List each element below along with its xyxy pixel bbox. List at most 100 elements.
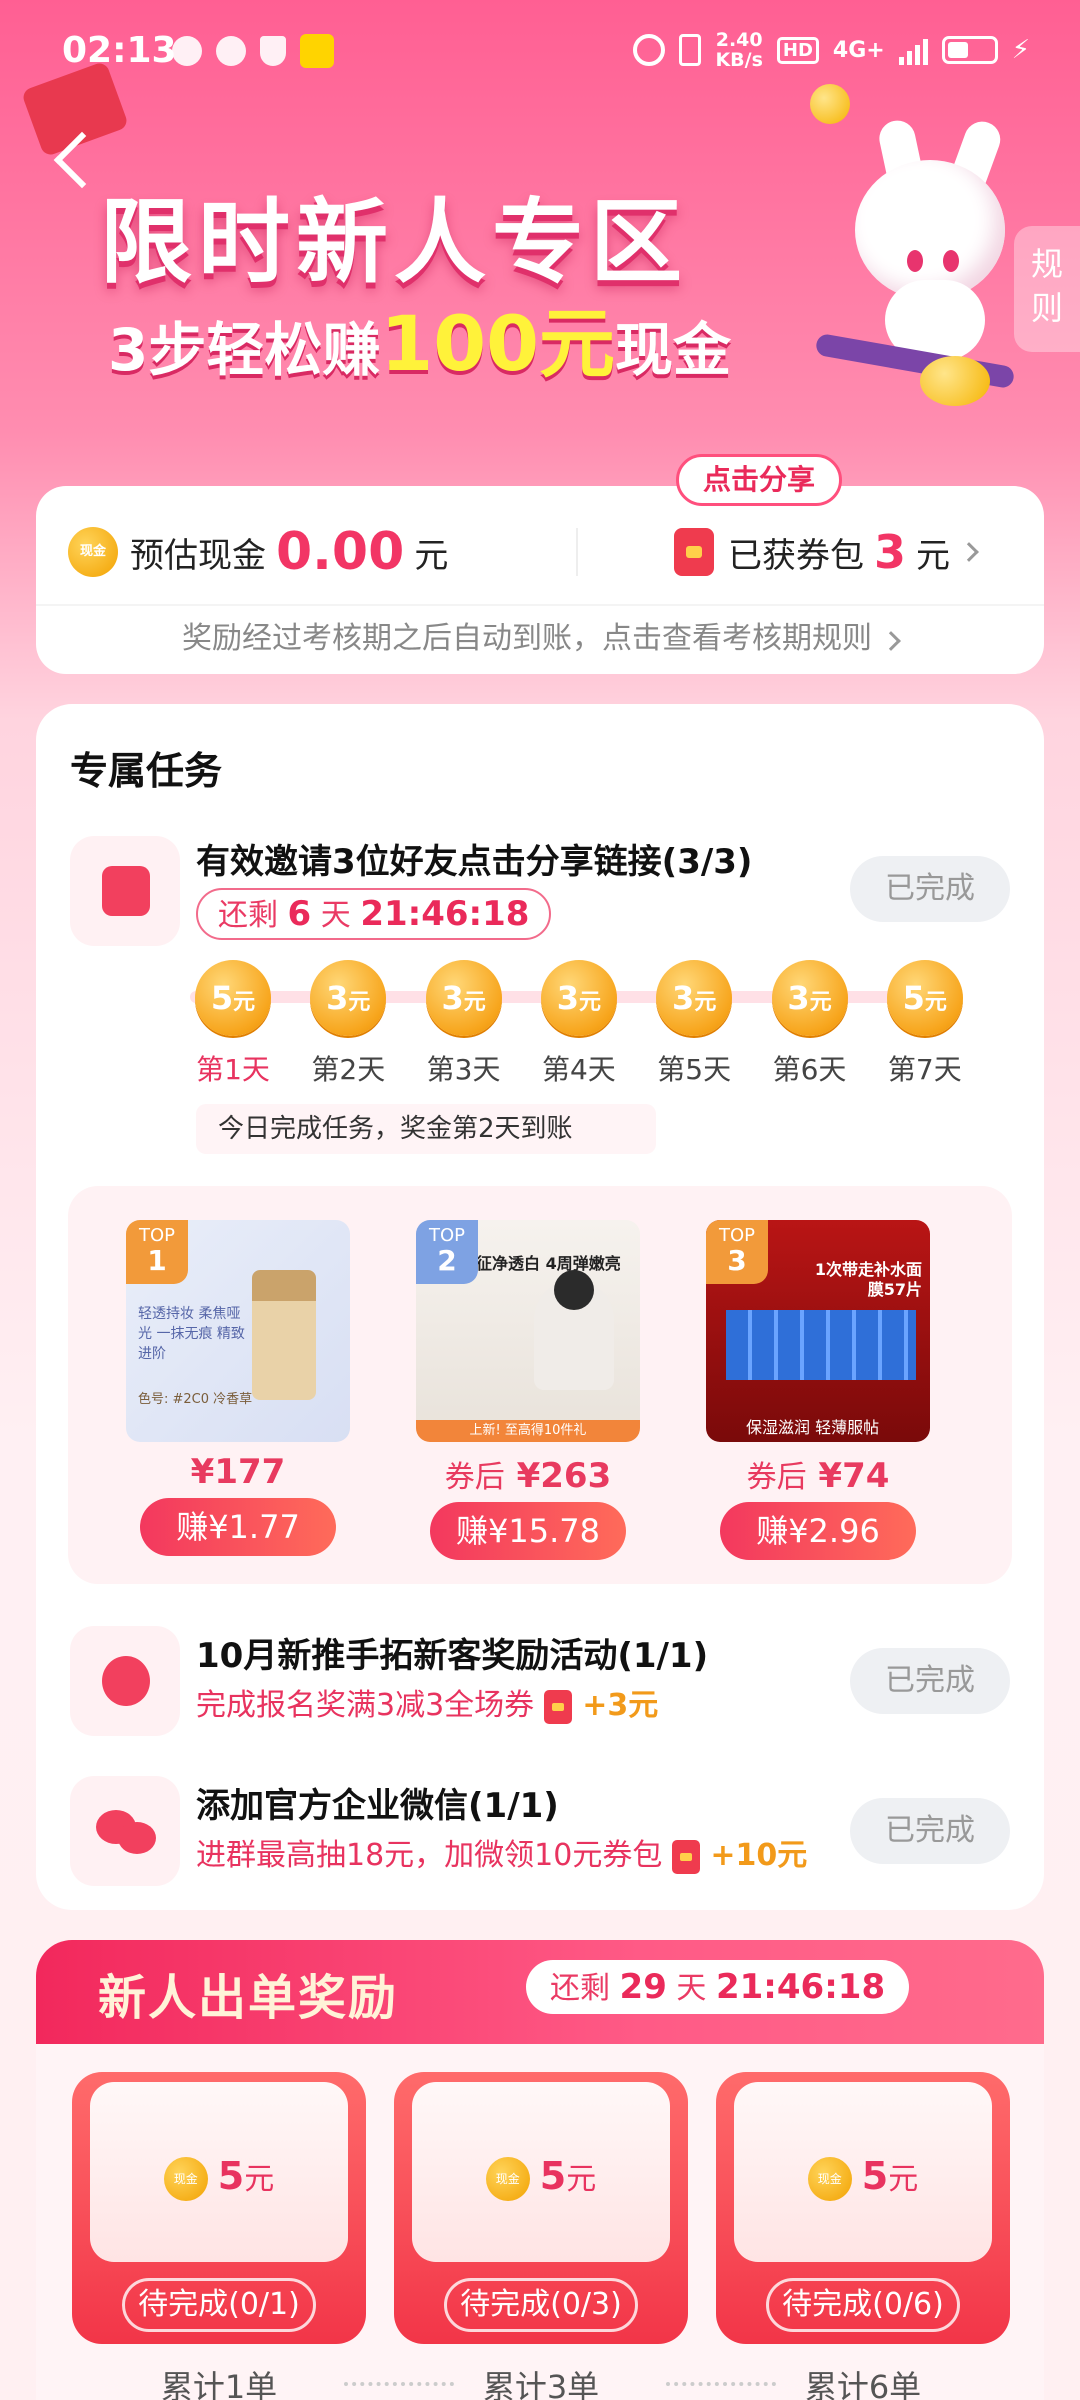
bunny-mascot-illustration (814, 116, 1035, 390)
network-type: 4G+ (832, 37, 885, 63)
daily-reward-7: 5元第7天 (884, 960, 966, 1088)
reward-amount: 现金 5元 (716, 2154, 1010, 2201)
reward-coin: 3元 (310, 960, 387, 1036)
product-image-text: 征净透白 4周弹嫩亮 (476, 1254, 621, 1273)
top-products-panel: 轻透持妆 柔焦哑光 一抹无痕 精致进阶 色号: #2C0 冷香草 TOP 1 ¥1… (68, 1186, 1012, 1584)
product-image-text: 色号: #2C0 冷香草 (138, 1392, 253, 1407)
system-icons: 2.40 KB/s HD 4G+ ⚡ (633, 30, 1030, 70)
order-rewards-title: 新人出单奖励 (98, 1970, 399, 2026)
day-label: 第3天 (426, 1053, 501, 1086)
pending-status-button[interactable]: 待完成(0/3) (444, 2278, 638, 2332)
cumulative-orders-label: 累计6单 (804, 2368, 922, 2400)
exclusive-tasks-card: 专属任务 有效邀请3位好友点击分享链接(3/3) 还剩 6 天 21:46:18… (36, 704, 1044, 1910)
coupon-pack-link[interactable]: 已获券包 3 元 (578, 525, 979, 579)
pending-status-button[interactable]: 待完成(0/1) (122, 2278, 316, 2332)
pending-status-button[interactable]: 待完成(0/6) (766, 2278, 960, 2332)
product-image-text: 保湿滋润 轻薄服帖 (746, 1418, 880, 1437)
daily-reward-6: 3元第6天 (769, 960, 851, 1088)
mask-boxes-illustration (726, 1310, 916, 1380)
product-image: 征净透白 4周弹嫩亮 上新! 至高得10件礼 TOP 2 (416, 1220, 640, 1442)
wechat-icon (216, 36, 246, 66)
chevron-right-icon (959, 542, 979, 562)
invite-task-status-button[interactable]: 已完成 (850, 856, 1010, 922)
promo-task-subtitle: 完成报名奖满3减3全场券 +3元 (196, 1688, 659, 1724)
estimated-cash-value: 0.00 (276, 522, 405, 582)
status-bar: 02:13 2.40 KB/s HD 4G+ ⚡ (0, 0, 1080, 110)
coin-decoration (810, 84, 850, 124)
order-reward-card-2[interactable]: 现金 5元待完成(0/3) (394, 2072, 688, 2344)
coupon-pack-label: 已获券包 (728, 535, 864, 576)
vibrate-icon (679, 34, 702, 66)
network-speed: 2.40 KB/s (715, 29, 763, 71)
product-image: 轻透持妆 柔焦哑光 一抹无痕 精致进阶 色号: #2C0 冷香草 TOP 1 (126, 1220, 350, 1442)
section-title: 专属任务 (70, 749, 223, 793)
rules-tab[interactable]: 规则 (1014, 226, 1080, 352)
order-reward-card-1[interactable]: 现金 5元待完成(0/1) (72, 2072, 366, 2344)
reward-coin: 3元 (656, 960, 733, 1036)
day-label: 第1天 (196, 1053, 270, 1086)
review-period-note[interactable]: 奖励经过考核期之后自动到账，点击查看考核期规则 (36, 604, 1044, 674)
earn-button[interactable]: 赚¥15.78 (430, 1502, 626, 1560)
reward-coin: 5元 (886, 960, 963, 1036)
product-image-text: 上新! 至高得10件礼 (416, 1420, 640, 1442)
cash-coin-icon: 现金 (485, 2156, 530, 2201)
daily-reward-1: 5元第1天 (192, 960, 274, 1088)
notification-icons (172, 34, 334, 68)
cash-summary-card: 现金 预估现金 0.00 元 已获券包 3 元 奖励经过考核期之后自动到账，点击… (36, 486, 1044, 674)
order-countdown: 还剩 29 天 21:46:18 (526, 1960, 910, 2014)
wechat-task-subtitle: 进群最高抽18元，加微领10元券包 +10元 (196, 1838, 808, 1874)
earn-button[interactable]: 赚¥2.96 (720, 1502, 916, 1560)
cumulative-orders-label: 累计1单 (160, 2368, 278, 2400)
day-label: 第2天 (311, 1053, 386, 1086)
signal-icon (898, 35, 928, 65)
earn-button[interactable]: 赚¥1.77 (140, 1498, 336, 1556)
estimated-cash-label: 预估现金 (130, 535, 266, 576)
order-reward-card-3[interactable]: 现金 5元待完成(0/6) (716, 2072, 1010, 2344)
cash-coin-icon: 现金 (163, 2156, 208, 2201)
task-reward-note: 今日完成任务，奖金第2天到账 (196, 1104, 656, 1154)
reward-coin: 3元 (771, 960, 848, 1036)
promo-task-title: 10月新推手拓新客奖励活动(1/1) (196, 1636, 709, 1676)
alarm-icon (633, 34, 666, 66)
product-image-text: 轻透持妆 柔焦哑光 一抹无痕 精致进阶 (138, 1306, 245, 1362)
daily-reward-5: 3元第5天 (653, 960, 735, 1088)
product-card-1[interactable]: 轻透持妆 柔焦哑光 一抹无痕 精致进阶 色号: #2C0 冷香草 TOP 1 ¥1… (126, 1220, 350, 1556)
product-image-text: 1次带走补水面膜57片 (814, 1260, 922, 1299)
reward-coin: 3元 (540, 960, 617, 1036)
product-card-2[interactable]: 征净透白 4周弹嫩亮 上新! 至高得10件礼 TOP 2 券后 ¥263 赚¥15… (416, 1220, 640, 1560)
product-price: ¥177 (190, 1452, 286, 1492)
reward-amount: 现金 5元 (72, 2154, 366, 2201)
reward-amount: 现金 5元 (394, 2154, 688, 2201)
red-envelope-icon (672, 1839, 701, 1874)
cash-coin-icon: 现金 (807, 2156, 852, 2201)
estimated-cash-unit: 元 (414, 535, 449, 576)
hd-icon: HD (776, 36, 819, 64)
rank-badge: TOP 2 (416, 1220, 478, 1284)
coin-decoration (920, 356, 990, 406)
daily-reward-3: 3元第3天 (423, 960, 505, 1088)
day-label: 第7天 (887, 1053, 962, 1086)
coupon-pack-value: 3 (874, 525, 907, 579)
money-bag-icon (70, 1626, 180, 1736)
reward-coin: 3元 (425, 960, 502, 1036)
red-envelope-icon (674, 528, 714, 576)
rank-badge: TOP 1 (126, 1220, 188, 1284)
cumulative-orders-label: 累计3单 (482, 2368, 600, 2400)
clock: 02:13 (62, 30, 177, 71)
daily-reward-2: 3元第2天 (307, 960, 389, 1088)
share-button[interactable]: 点击分享 (676, 454, 842, 506)
wechat-task-status-button[interactable]: 已完成 (850, 1798, 1010, 1864)
message-icon (172, 36, 202, 66)
battery-icon (941, 36, 998, 64)
daily-reward-4: 3元 第4天 (538, 960, 620, 1088)
day-label: 第5天 (657, 1053, 732, 1086)
promo-task-status-button[interactable]: 已完成 (850, 1648, 1010, 1714)
product-card-3[interactable]: 1次带走补水面膜57片 保湿滋润 轻薄服帖 TOP 3 券后 ¥74 赚¥2.96 (706, 1220, 930, 1560)
foundation-bottle-illustration (252, 1270, 316, 1400)
model-illustration (534, 1270, 614, 1390)
new-order-rewards-card: 新人出单奖励 还剩 29 天 21:46:18 现金 5元待完成(0/1) 累计1单… (36, 1940, 1044, 2400)
chevron-right-icon (881, 631, 901, 651)
app-notification-icon (300, 34, 334, 68)
day-label: 第6天 (772, 1053, 847, 1086)
reward-coin: 5元 (195, 960, 271, 1036)
